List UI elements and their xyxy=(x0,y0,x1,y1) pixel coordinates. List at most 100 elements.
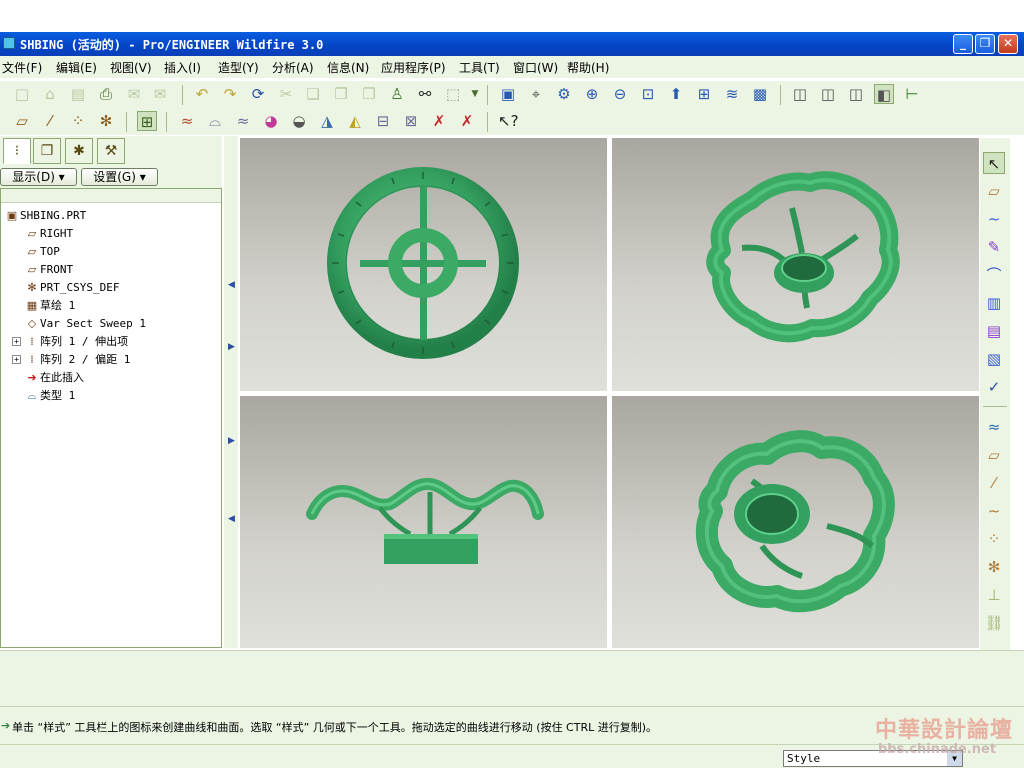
undo-icon[interactable]: ↶ xyxy=(192,84,212,104)
tree-item-part[interactable]: ▣ SHBING.PRT xyxy=(4,207,86,225)
reorient-icon[interactable]: ⬆ xyxy=(666,84,686,104)
menu-info[interactable]: 信息(N) xyxy=(327,59,369,76)
collapse-arrow-icon[interactable]: ◀ xyxy=(228,280,235,290)
viewport-top-left[interactable] xyxy=(240,138,607,391)
paste-icon[interactable]: ❐ xyxy=(331,84,351,104)
print-icon[interactable]: ⎙ xyxy=(96,84,116,104)
tree-item-csys[interactable]: ✻ PRT_CSYS_DEF xyxy=(24,279,119,297)
maximize-button[interactable]: ❐ xyxy=(975,34,995,54)
analysis-feature-icon[interactable]: ⊥ xyxy=(983,584,1005,606)
open-file-icon[interactable]: ⌂ xyxy=(40,84,60,104)
minimize-button[interactable]: _ xyxy=(953,34,973,54)
refit-icon[interactable]: ⊡ xyxy=(638,84,658,104)
menu-tools[interactable]: 工具(T) xyxy=(459,59,500,76)
expand-icon[interactable]: + xyxy=(12,337,21,346)
curve-analysis-icon[interactable]: ≈ xyxy=(177,111,197,131)
show-dropdown-button[interactable]: 显示(D) ▾ xyxy=(0,168,77,186)
viewport-bottom-left[interactable] xyxy=(240,396,607,648)
find-icon[interactable]: ⚯ xyxy=(415,84,435,104)
tree-item-pattern-1[interactable]: + ⁞ 阵列 1 / 伸出项 xyxy=(12,333,128,351)
datum-point-tool-icon[interactable]: ⁘ xyxy=(983,528,1005,550)
orient-mode-icon[interactable]: ⚙ xyxy=(554,84,574,104)
menu-edit[interactable]: 编辑(E) xyxy=(56,59,97,76)
send-link-icon[interactable]: ✉ xyxy=(150,84,170,104)
menu-view[interactable]: 视图(V) xyxy=(110,59,152,76)
chevron-down-icon[interactable]: ▼ xyxy=(465,84,485,104)
selection-box-icon[interactable]: ⬚ xyxy=(443,84,463,104)
model-player-icon[interactable]: ♙ xyxy=(387,84,407,104)
layers-icon[interactable]: ≋ xyxy=(722,84,742,104)
trim-surface-icon[interactable]: ▧ xyxy=(983,348,1005,370)
tree-item-style[interactable]: ⌓ 类型 1 xyxy=(24,387,76,405)
csys-tool-icon[interactable]: ✻ xyxy=(983,556,1005,578)
reflection-analysis-icon[interactable]: ⊟ xyxy=(373,111,393,131)
view-manager-icon[interactable]: ▩ xyxy=(750,84,770,104)
settings-dropdown-button[interactable]: 设置(G) ▾ xyxy=(81,168,158,186)
offset-analysis-icon[interactable]: ≈ xyxy=(233,111,253,131)
menu-styling[interactable]: 造型(Y) xyxy=(218,59,259,76)
delete-analysis-icon[interactable]: ✗ xyxy=(429,111,449,131)
save-icon[interactable]: ▤ xyxy=(68,84,88,104)
active-plane-icon[interactable]: ▱ xyxy=(983,180,1005,202)
draft-analysis-icon[interactable]: ◮ xyxy=(317,111,337,131)
datum-point-display-icon[interactable]: ⁘ xyxy=(68,111,88,131)
saved-views-icon[interactable]: ⊞ xyxy=(694,84,714,104)
slope-analysis-icon[interactable]: ◭ xyxy=(345,111,365,131)
tree-item-front[interactable]: ▱ FRONT xyxy=(24,261,73,279)
connections-tab[interactable]: ⚒ xyxy=(97,138,125,164)
expand-arrow-icon[interactable]: ▶ xyxy=(228,342,235,352)
copy-icon[interactable]: ❏ xyxy=(303,84,323,104)
spin-center-icon[interactable]: ⌖ xyxy=(526,84,546,104)
gaussian-curvature-icon[interactable]: ◕ xyxy=(261,111,281,131)
chain-link-icon[interactable]: ⛓ xyxy=(983,612,1005,634)
model-tree-toggle-icon[interactable]: ⊢ xyxy=(902,84,922,104)
tree-item-insert-here[interactable]: ➜ 在此插入 xyxy=(24,369,84,387)
regenerate-icon[interactable]: ⟳ xyxy=(248,84,268,104)
menu-analysis[interactable]: 分析(A) xyxy=(272,59,314,76)
panel-splitter[interactable]: ◀ ▶ ▶ ◀ xyxy=(224,136,238,648)
send-mail-icon[interactable]: ✉ xyxy=(124,84,144,104)
tree-item-pattern-2[interactable]: + ⁞ 阵列 2 / 偏距 1 xyxy=(12,351,130,369)
datum-axis-tool-icon[interactable]: ⁄ xyxy=(983,472,1005,494)
delete-all-analysis-icon[interactable]: ✗ xyxy=(457,111,477,131)
done-checkmark-icon[interactable]: ✓ xyxy=(983,376,1005,398)
wireframe-icon[interactable]: ◫ xyxy=(790,84,810,104)
favorites-tab[interactable]: ✱ xyxy=(65,138,93,164)
menu-window[interactable]: 窗口(W) xyxy=(513,59,558,76)
close-button[interactable]: ✕ xyxy=(998,34,1018,54)
viewport-bottom-right[interactable] xyxy=(612,396,979,648)
repaint-icon[interactable]: ▣ xyxy=(498,84,518,104)
cut-icon[interactable]: ✂ xyxy=(276,84,296,104)
window-title-bar[interactable]: SHBING (活动的) - Pro/ENGINEER Wildfire 3.0… xyxy=(0,32,1024,56)
folder-browser-tab[interactable]: ❐ xyxy=(33,138,61,164)
new-file-icon[interactable]: □ xyxy=(12,84,32,104)
paste-special-icon[interactable]: ❐ xyxy=(359,84,379,104)
viewport-top-right[interactable] xyxy=(612,138,979,391)
menu-help[interactable]: 帮助(H) xyxy=(567,59,609,76)
csys-display-icon[interactable]: ✻ xyxy=(96,111,116,131)
hidden-line-icon[interactable]: ◫ xyxy=(818,84,838,104)
menu-insert[interactable]: 插入(I) xyxy=(164,59,201,76)
redo-icon[interactable]: ↷ xyxy=(220,84,240,104)
zoom-out-icon[interactable]: ⊖ xyxy=(610,84,630,104)
model-tree-tab[interactable]: ⁝ xyxy=(3,138,31,164)
shade-analysis-icon[interactable]: ⊠ xyxy=(401,111,421,131)
shading-icon[interactable]: ◧ xyxy=(874,84,894,104)
datum-axis-display-icon[interactable]: ⁄ xyxy=(40,111,60,131)
tree-item-top[interactable]: ▱ TOP xyxy=(24,243,60,261)
context-help-icon[interactable]: ↖? xyxy=(498,111,519,131)
circle-curve-icon[interactable]: ✎ xyxy=(983,236,1005,258)
expand-icon[interactable]: + xyxy=(12,355,21,364)
tree-item-sketch[interactable]: ▦ 草绘 1 xyxy=(24,297,75,315)
zoom-in-icon[interactable]: ⊕ xyxy=(582,84,602,104)
datum-plane-tool-icon[interactable]: ▱ xyxy=(983,444,1005,466)
menu-file[interactable]: 文件(F) xyxy=(2,59,42,76)
tree-item-sweep[interactable]: ◇ Var Sect Sweep 1 xyxy=(24,315,146,333)
collapse-arrow-icon[interactable]: ◀ xyxy=(228,514,235,524)
surface-icon[interactable]: ▥ xyxy=(983,292,1005,314)
datum-plane-display-icon[interactable]: ▱ xyxy=(12,111,32,131)
datum-curve-tool-icon[interactable]: ∼ xyxy=(983,500,1005,522)
grid-toggle-icon[interactable]: ⊞ xyxy=(137,111,157,131)
section-analysis-icon[interactable]: ⌓ xyxy=(205,111,225,131)
section-curvature-icon[interactable]: ◒ xyxy=(289,111,309,131)
